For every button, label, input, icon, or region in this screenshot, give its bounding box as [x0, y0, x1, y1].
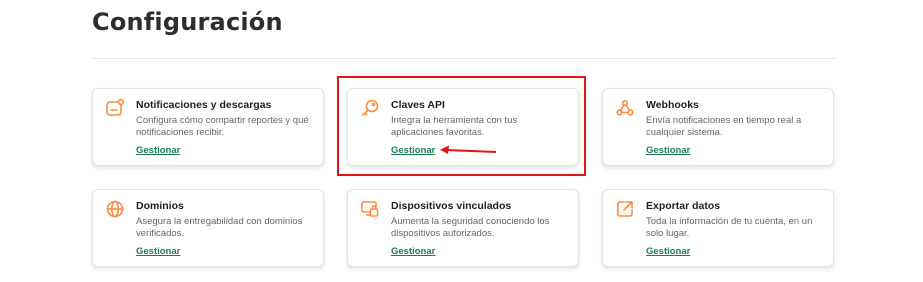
card-description: Toda la información de tu cuenta, en un …	[646, 216, 813, 239]
card-title: Webhooks	[646, 99, 699, 111]
card-title: Exportar datos	[646, 200, 721, 212]
card-description: Aumenta la seguridad conociendo los disp…	[391, 216, 550, 239]
manage-link-notificaciones[interactable]: Gestionar	[136, 145, 180, 156]
devices-lock-icon	[360, 199, 380, 219]
card-dispositivos: Dispositivos vinculados Aumenta la segur…	[347, 189, 579, 267]
card-description: Envía notificaciones en tiempo real a cu…	[646, 115, 802, 138]
card-title: Dominios	[136, 200, 184, 212]
manage-link-dispositivos[interactable]: Gestionar	[391, 246, 435, 257]
card-webhooks: Webhooks Envía notificaciones en tiempo …	[602, 88, 834, 166]
export-icon	[615, 199, 635, 219]
manage-link-dominios[interactable]: Gestionar	[136, 246, 180, 257]
divider	[92, 58, 836, 59]
card-description: Asegura la entregabilidad con dominios v…	[136, 216, 303, 239]
card-dominios: Dominios Asegura la entregabilidad con d…	[92, 189, 324, 267]
notification-card-icon	[105, 98, 125, 118]
manage-link-exportar[interactable]: Gestionar	[646, 246, 690, 257]
card-description: Configura cómo compartir reportes y qué …	[136, 115, 309, 138]
highlight-box	[337, 76, 586, 176]
card-title: Notificaciones y descargas	[136, 99, 272, 111]
arrow-annotation-icon	[440, 145, 497, 154]
manage-link-webhooks[interactable]: Gestionar	[646, 145, 690, 156]
globe-icon	[105, 199, 125, 219]
card-exportar: Exportar datos Toda la información de tu…	[602, 189, 834, 267]
page-title: Configuración	[92, 8, 283, 36]
card-title: Dispositivos vinculados	[391, 200, 512, 212]
card-notificaciones: Notificaciones y descargas Configura cóm…	[92, 88, 324, 166]
webhook-icon	[615, 98, 635, 118]
